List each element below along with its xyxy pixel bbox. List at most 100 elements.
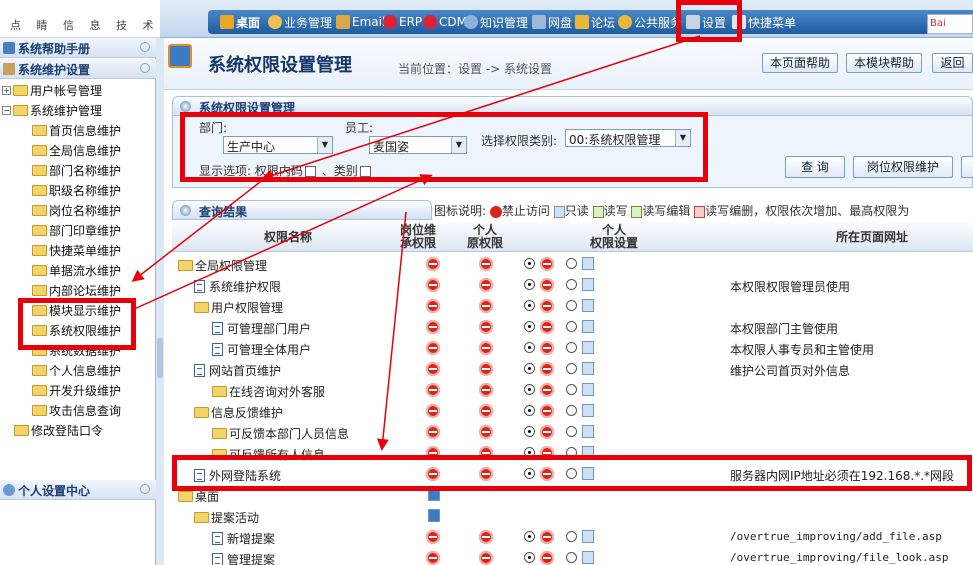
show-code-checkbox[interactable]: [304, 166, 316, 177]
radio-readonly[interactable]: [566, 321, 577, 332]
radio-deny[interactable]: [524, 426, 535, 437]
radio-readonly[interactable]: [566, 447, 577, 458]
back-button[interactable]: 返回: [932, 53, 973, 73]
nav-cdm[interactable]: CDM: [423, 13, 467, 31]
radio-readonly[interactable]: [566, 258, 577, 269]
radio-deny[interactable]: [524, 321, 535, 332]
staff-select[interactable]: 麦国姿 ▼: [369, 136, 467, 154]
permission-name[interactable]: 可反馈本部门人员信息: [212, 425, 349, 442]
chevron-down-icon[interactable]: ▼: [317, 137, 332, 153]
chevron-down-icon[interactable]: ▼: [451, 137, 466, 153]
permission-name[interactable]: 可反馈所有人信息: [212, 446, 325, 463]
permission-type-select[interactable]: 00:系统权限管理 ▼: [565, 129, 691, 147]
radio-deny[interactable]: [524, 279, 535, 290]
radio-readonly[interactable]: [566, 405, 577, 416]
dept-select[interactable]: 生产中心 ▼: [223, 136, 333, 154]
radio-readonly[interactable]: [566, 363, 577, 374]
radio-deny[interactable]: [524, 552, 535, 563]
permission-name[interactable]: 全局权限管理: [178, 257, 267, 274]
nav-quick-menu[interactable]: 快捷菜单: [732, 13, 796, 31]
permission-name[interactable]: 网站首页维护: [194, 362, 281, 379]
radio-readonly[interactable]: [566, 279, 577, 290]
folder-open-icon: [194, 302, 209, 313]
tree-change-password[interactable]: 修改登陆口令: [14, 420, 103, 440]
sidebar-item-personal-info[interactable]: 个人信息维护: [32, 360, 121, 380]
radio-deny[interactable]: [524, 258, 535, 269]
icon-legend: 图标说明: 禁止访问 只读 读写 读写编辑 读写编删，权限依次增加、最高权限为: [434, 204, 910, 218]
radio-deny[interactable]: [524, 384, 535, 395]
permission-name[interactable]: 信息反馈维护: [194, 404, 283, 421]
sidebar-item-forum[interactable]: 内部论坛维护: [32, 280, 121, 300]
nav-desktop[interactable]: 桌面: [220, 13, 260, 31]
radio-deny[interactable]: [524, 405, 535, 416]
sidebar-item-sys-data[interactable]: 系统数据维护: [32, 340, 121, 360]
nav-public-service[interactable]: 公共服务: [618, 13, 682, 31]
pin-icon[interactable]: [140, 484, 150, 494]
radio-deny[interactable]: [524, 468, 535, 479]
radio-readonly[interactable]: [566, 342, 577, 353]
baidu-search-box[interactable]: Bai: [927, 14, 973, 34]
chevron-down-icon[interactable]: ▼: [675, 130, 690, 146]
radio-deny[interactable]: [524, 342, 535, 353]
radio-readonly[interactable]: [566, 426, 577, 437]
read-write-delete-icon: [694, 205, 706, 218]
sidebar-personal-header[interactable]: 个人设置中心: [0, 480, 156, 500]
permission-name[interactable]: 提案活动: [194, 509, 259, 526]
nav-erp[interactable]: ERP: [383, 13, 422, 31]
nav-knowledge[interactable]: 知识管理: [464, 13, 528, 31]
radio-readonly[interactable]: [566, 531, 577, 542]
pin-icon[interactable]: [140, 63, 150, 73]
show-class-checkbox[interactable]: [359, 166, 371, 177]
sidebar-item-doc-serial[interactable]: 单据流水维护: [32, 260, 121, 280]
sidebar-item-dept-name[interactable]: 部门名称维护: [32, 160, 121, 180]
nav-settings[interactable]: 设置: [686, 13, 726, 31]
app-window: 点 睛 信 息 技 术 桌面 业务管理 Email ERP CDM 知识管理 网…: [0, 0, 973, 565]
permission-name[interactable]: 外网登陆系统: [194, 467, 281, 484]
sidebar-item-rank-name[interactable]: 职级名称维护: [32, 180, 121, 200]
permission-name[interactable]: 系统维护权限: [194, 278, 281, 295]
post-permission-button[interactable]: 岗位权限维护: [853, 156, 953, 178]
sidebar-item-post-name[interactable]: 岗位名称维护: [32, 200, 121, 220]
module-help-button[interactable]: 本模块帮助: [846, 53, 922, 73]
tools-icon: [3, 63, 15, 75]
sidebar-item-module-display[interactable]: 模块显示维护: [32, 300, 121, 320]
splitter-grip[interactable]: [157, 338, 163, 378]
collapse-icon[interactable]: −: [2, 105, 11, 115]
nav-email[interactable]: Email: [336, 13, 385, 31]
tree-sys-maint[interactable]: − 系统维护管理: [2, 100, 102, 120]
tree-user-accounts[interactable]: + 用户帐号管理: [2, 80, 102, 100]
radio-readonly[interactable]: [566, 384, 577, 395]
nav-business[interactable]: 业务管理: [268, 13, 332, 31]
permission-name[interactable]: 新增提案: [212, 530, 275, 547]
sidebar-item-sys-permission[interactable]: 系统权限维护: [32, 320, 121, 340]
expand-icon[interactable]: +: [2, 85, 11, 95]
permission-name[interactable]: 桌面: [178, 488, 219, 505]
sidebar-item-global-info[interactable]: 全局信息维护: [32, 140, 121, 160]
permission-name[interactable]: 管理提案: [212, 551, 275, 565]
radio-readonly[interactable]: [566, 552, 577, 563]
sidebar-item-dept-seal[interactable]: 部门印章维护: [32, 220, 121, 240]
permission-name[interactable]: 用户权限管理: [194, 299, 283, 316]
pin-icon[interactable]: [140, 42, 150, 52]
sidebar-item-dev-upgrade[interactable]: 开发升级维护: [32, 380, 121, 400]
sidebar-help-header[interactable]: 系统帮助手册: [0, 38, 156, 58]
permission-name[interactable]: 可管理部门用户: [212, 320, 311, 337]
sidebar-item-attack-query[interactable]: 攻击信息查询: [32, 400, 121, 420]
radio-deny[interactable]: [524, 300, 535, 311]
radio-readonly[interactable]: [566, 468, 577, 479]
radio-readonly[interactable]: [566, 300, 577, 311]
sidebar-item-quick-menu[interactable]: 快捷菜单维护: [32, 240, 121, 260]
query-button[interactable]: 查 询: [785, 156, 845, 178]
nav-forum[interactable]: 论坛: [575, 13, 615, 31]
nav-netdisk[interactable]: 网盘: [532, 13, 572, 31]
permission-name[interactable]: 在线咨询对外客服: [212, 383, 325, 400]
sidebar-splitter[interactable]: [156, 38, 164, 565]
radio-deny[interactable]: [524, 363, 535, 374]
sidebar-maint-header[interactable]: 系统维护设置: [0, 59, 156, 79]
more-button[interactable]: [961, 156, 973, 178]
permission-name[interactable]: 可管理全体用户: [212, 341, 311, 358]
sidebar-item-home-info[interactable]: 首页信息维护: [32, 120, 121, 140]
page-help-button[interactable]: 本页面帮助: [762, 53, 838, 73]
radio-deny[interactable]: [524, 531, 535, 542]
radio-deny[interactable]: [524, 447, 535, 458]
